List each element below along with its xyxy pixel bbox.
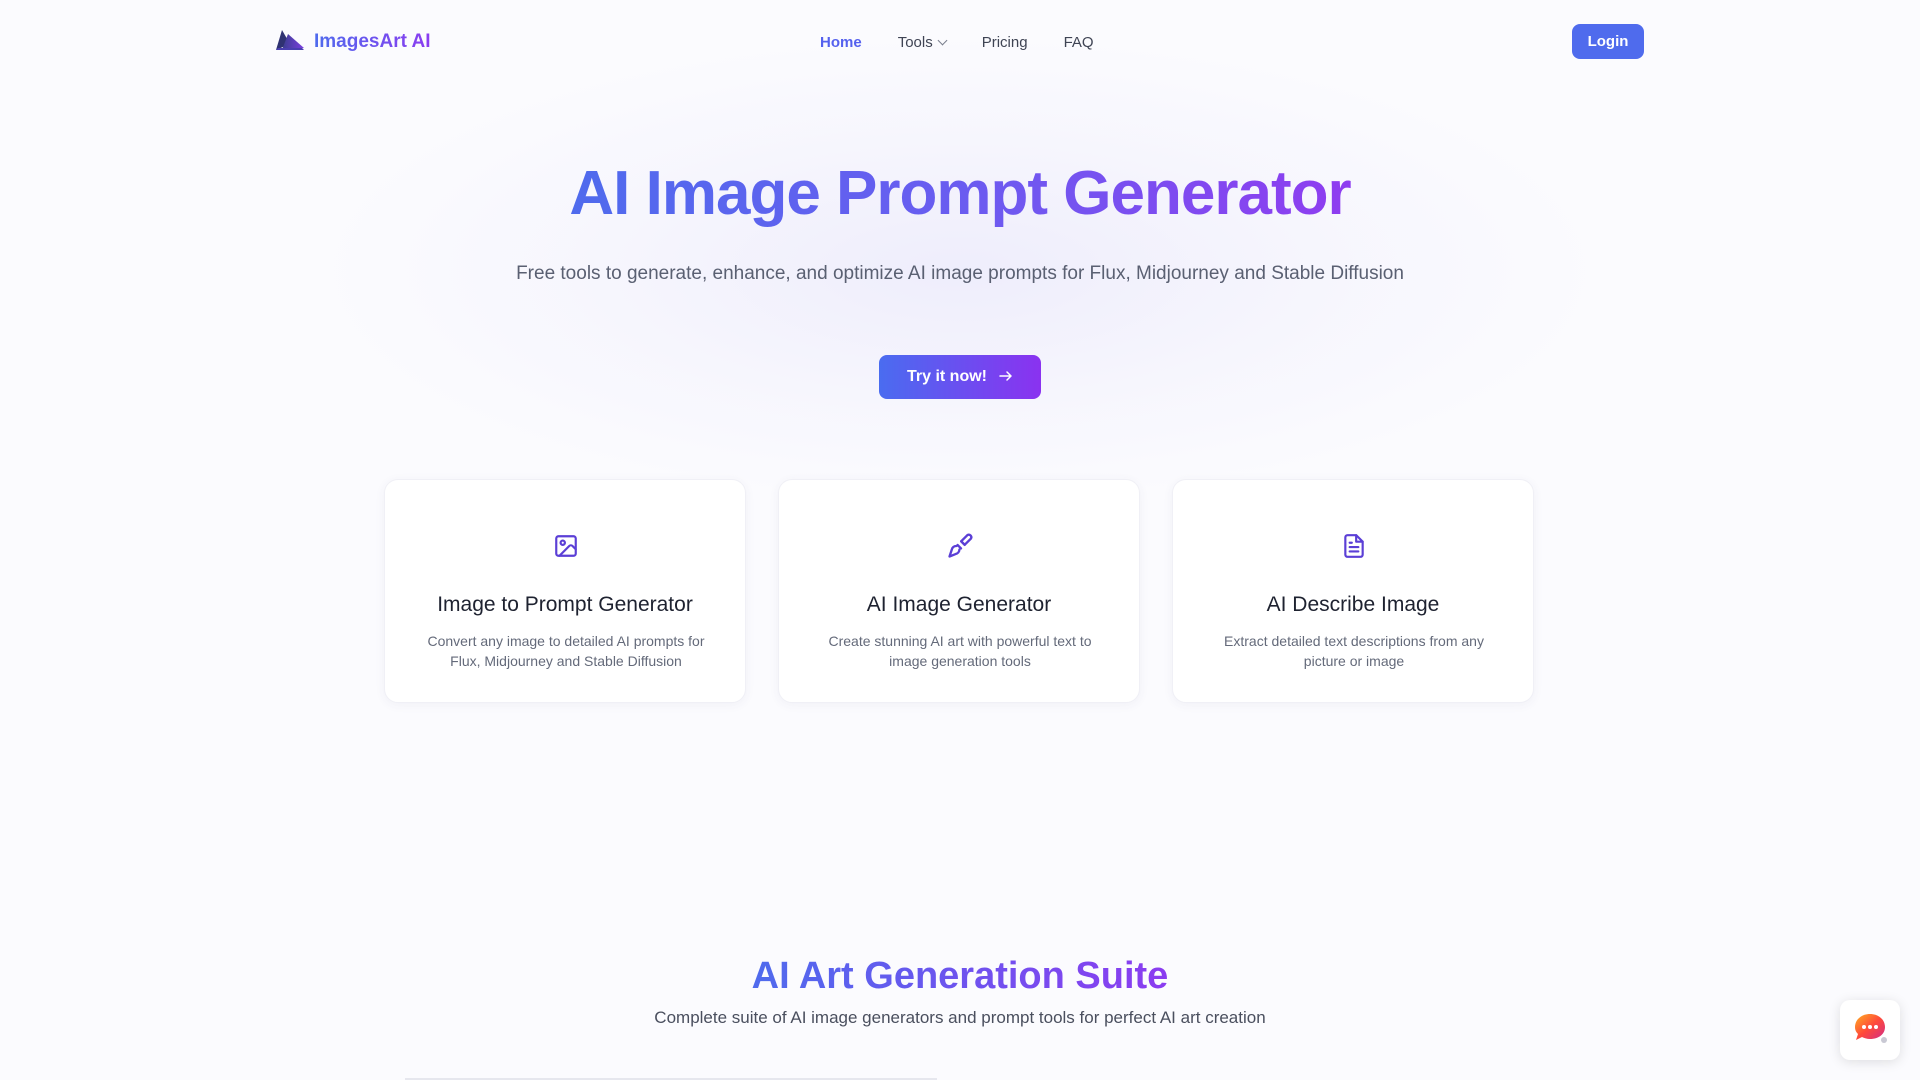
card-description: Create stunning AI art with powerful tex… [828, 633, 1092, 669]
nav-tools-label: Tools [897, 33, 933, 51]
nav-home[interactable]: Home [820, 34, 862, 51]
login-button[interactable]: Login [1572, 24, 1644, 59]
nav-faq[interactable]: FAQ [1064, 34, 1094, 51]
image-icon [550, 530, 582, 562]
try-it-now-label: Try it now! [907, 368, 987, 385]
card-title: AI Describe Image [1266, 593, 1440, 616]
site-header: ImagesArt AI Home Tools Pricing FAQ Logi… [0, 0, 1920, 84]
nav-tools[interactable]: Tools [897, 33, 948, 51]
chat-bubble-icon [1851, 1011, 1889, 1050]
arrow-right-icon [999, 369, 1013, 386]
card-description: Convert any image to detailed AI prompts… [427, 633, 705, 669]
logo-icon [274, 28, 306, 57]
main-nav: Home Tools Pricing FAQ [820, 30, 1094, 54]
document-icon [1338, 530, 1370, 562]
suite-subtitle: Complete suite of AI image generators an… [654, 1008, 1266, 1027]
hero-title-text: AI Image Prompt Generator [569, 159, 1351, 228]
card-ai-describe-image[interactable]: AI Describe Image Extract detailed text … [1172, 479, 1534, 703]
hero-title: AI Image Prompt Generator [0, 158, 1920, 229]
card-title: Image to Prompt Generator [437, 593, 693, 616]
try-it-now-button[interactable]: Try it now! [879, 355, 1041, 399]
suite-title-text: AI Art Generation Suite [751, 955, 1169, 997]
logo[interactable]: ImagesArt AI [274, 28, 431, 56]
chevron-down-icon [937, 35, 948, 45]
card-title: AI Image Generator [866, 593, 1052, 616]
nav-pricing[interactable]: Pricing [982, 34, 1028, 51]
chat-widget-button[interactable] [1840, 1000, 1900, 1060]
tool-cards: Image to Prompt Generator Convert any im… [384, 479, 1534, 703]
card-ai-image-generator[interactable]: AI Image Generator Create stunning AI ar… [778, 479, 1140, 703]
suite-title: AI Art Generation Suite [0, 955, 1920, 998]
hero-subtitle: Free tools to generate, enhance, and opt… [516, 263, 1404, 284]
card-description: Extract detailed text descriptions from … [1224, 633, 1484, 669]
logo-text: ImagesArt AI [314, 31, 431, 52]
paintbrush-icon [944, 530, 976, 562]
card-image-to-prompt[interactable]: Image to Prompt Generator Convert any im… [384, 479, 746, 703]
